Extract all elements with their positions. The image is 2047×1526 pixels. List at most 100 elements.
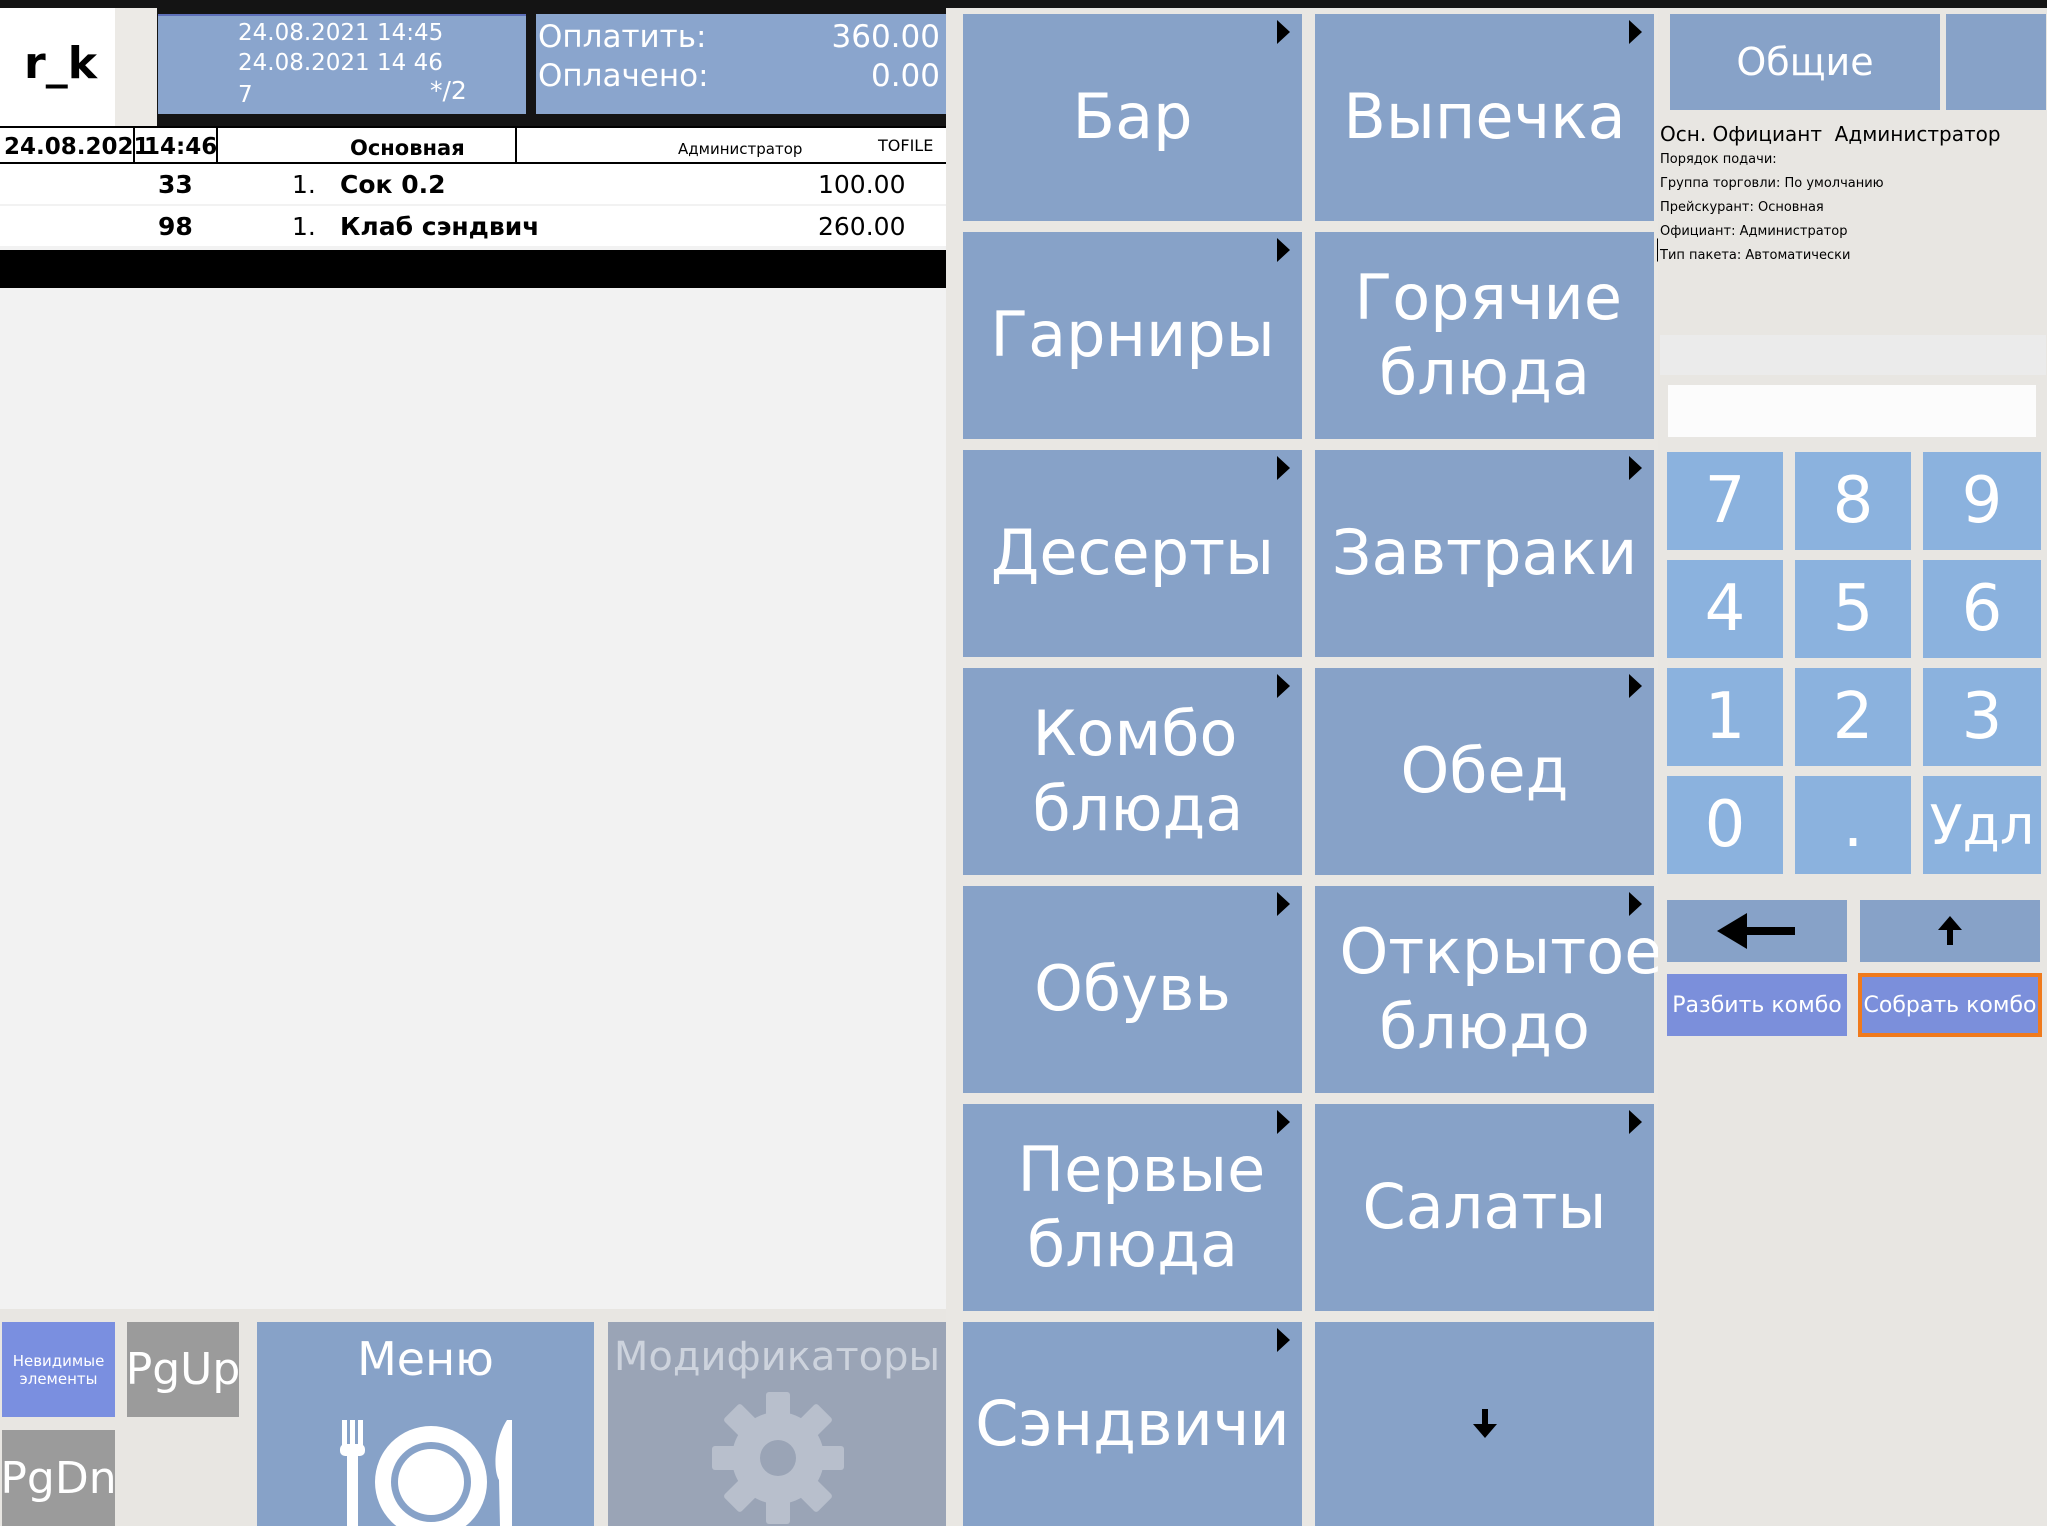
category-open-dish[interactable]: Открытое блюдо bbox=[1315, 886, 1663, 1093]
pgdn-button[interactable]: PgDn bbox=[0, 1430, 117, 1526]
item-qty: 1. bbox=[292, 212, 316, 241]
order-item-row[interactable]: 33 1. Сок 0.2 100.00 bbox=[0, 164, 946, 204]
modifiers-label: Модификаторы bbox=[613, 1334, 941, 1380]
key-9[interactable]: 9 bbox=[1923, 452, 2041, 550]
order-list[interactable]: 24.08.2021 14:46 Основная Администратор … bbox=[0, 126, 946, 1309]
menu-button[interactable]: Меню bbox=[257, 1322, 594, 1526]
key-7[interactable]: 7 bbox=[1667, 452, 1783, 550]
item-name: Клаб сэндвич bbox=[340, 212, 540, 241]
arrow-left-icon bbox=[1717, 913, 1795, 949]
pgdn-label: PgDn bbox=[0, 1452, 117, 1504]
category-shoes[interactable]: Обувь bbox=[963, 886, 1302, 1093]
order-printed-time: 24.08.2021 14 46 bbox=[238, 50, 443, 76]
submenu-arrow-icon bbox=[1277, 1110, 1290, 1134]
assemble-combo-label: Собрать комбо bbox=[1863, 992, 2037, 1018]
key-label: 8 bbox=[1832, 464, 1874, 538]
backspace-button[interactable] bbox=[1667, 900, 1847, 962]
header-divider bbox=[216, 128, 218, 162]
numeric-input[interactable] bbox=[1668, 385, 2036, 437]
submenu-arrow-icon bbox=[1277, 20, 1290, 44]
header-gap bbox=[115, 8, 157, 126]
selected-row-cursor[interactable] bbox=[0, 250, 946, 288]
submenu-arrow-icon bbox=[1277, 674, 1290, 698]
category-label: Салаты bbox=[1362, 1170, 1607, 1244]
arrow-down-icon bbox=[1472, 1409, 1497, 1438]
category-bakery[interactable]: Выпечка bbox=[1315, 14, 1654, 221]
paid-value: 0.00 bbox=[870, 58, 940, 94]
submenu-arrow-icon bbox=[1277, 456, 1290, 480]
guests-count: */2 bbox=[430, 76, 467, 105]
modifiers-button[interactable]: Модификаторы bbox=[608, 1322, 946, 1526]
item-code: 33 bbox=[158, 170, 193, 199]
key-5[interactable]: 5 bbox=[1795, 560, 1911, 658]
category-desserts[interactable]: Десерты bbox=[963, 450, 1302, 657]
submenu-arrow-icon bbox=[1629, 892, 1642, 916]
key-label: 2 bbox=[1832, 680, 1874, 754]
split-combo-label: Разбить комбо bbox=[1672, 992, 1842, 1018]
category-sides[interactable]: Гарниры bbox=[963, 232, 1302, 439]
order-date: 24.08.2021 bbox=[4, 134, 150, 160]
key-1[interactable]: 1 bbox=[1667, 668, 1783, 766]
category-bar[interactable]: Бар bbox=[963, 14, 1302, 221]
to-pay-value: 360.00 bbox=[831, 19, 940, 55]
payment-panel: Оплатить: 360.00 Оплачено: 0.00 bbox=[536, 14, 946, 114]
order-list-header: 24.08.2021 14:46 Основная Администратор … bbox=[0, 126, 946, 164]
menu-label: Меню bbox=[357, 1332, 494, 1386]
category-first-courses[interactable]: Первые блюда bbox=[963, 1104, 1302, 1311]
category-combo[interactable]: Комбо блюда bbox=[963, 668, 1302, 875]
key-label: 9 bbox=[1961, 464, 2003, 538]
item-code: 98 bbox=[158, 212, 193, 241]
key-label: 0 bbox=[1704, 788, 1746, 862]
info-line: Порядок подачи: bbox=[1660, 152, 1777, 167]
category-breakfasts[interactable]: Завтраки bbox=[1315, 450, 1654, 657]
key-3[interactable]: 3 bbox=[1923, 668, 2041, 766]
key-4[interactable]: 4 bbox=[1667, 560, 1783, 658]
key-dot[interactable]: . bbox=[1795, 776, 1911, 874]
submenu-arrow-icon bbox=[1629, 20, 1642, 44]
info-line: Группа торговли: По умолчанию bbox=[1660, 176, 1884, 191]
category-label: Бар bbox=[1072, 80, 1193, 154]
category-hot-dishes[interactable]: Горячие блюда bbox=[1315, 232, 1670, 439]
tab-general[interactable]: Общие bbox=[1670, 14, 1940, 110]
key-label: 5 bbox=[1832, 572, 1874, 646]
arrow-up-icon bbox=[1938, 916, 1962, 945]
category-salads[interactable]: Салаты bbox=[1315, 1104, 1654, 1311]
pgup-button[interactable]: PgUp bbox=[126, 1322, 240, 1417]
invisible-elements-button[interactable]: Невидимые элементы bbox=[2, 1322, 115, 1417]
header-divider bbox=[133, 128, 135, 162]
key-6[interactable]: 6 bbox=[1923, 560, 2041, 658]
invisible-elements-label: Невидимые элементы bbox=[12, 1351, 105, 1388]
key-label: 6 bbox=[1961, 572, 2003, 646]
info-strip bbox=[1660, 335, 2046, 375]
item-qty: 1. bbox=[292, 170, 316, 199]
split-combo-button[interactable]: Разбить комбо bbox=[1667, 974, 1847, 1036]
category-label: Открытое блюдо bbox=[1339, 915, 1663, 1063]
item-price: 100.00 bbox=[818, 170, 906, 199]
item-price: 260.00 bbox=[818, 212, 906, 241]
category-lunch[interactable]: Обед bbox=[1315, 668, 1654, 875]
order-info-panel[interactable]: 24.08.2021 14:45 24.08.2021 14 46 7 */2 bbox=[158, 14, 526, 114]
order-item-row[interactable]: 98 1. Клаб сэндвич 260.00 bbox=[0, 206, 946, 246]
gear-icon bbox=[712, 1392, 844, 1524]
order-course: Основная bbox=[350, 136, 465, 160]
tab-empty[interactable] bbox=[1946, 14, 2046, 110]
category-label: Завтраки bbox=[1331, 516, 1638, 590]
category-sandwiches[interactable]: Сэндвичи bbox=[963, 1322, 1302, 1526]
assemble-combo-button[interactable]: Собрать комбо bbox=[1858, 973, 2042, 1037]
paid-label: Оплачено: bbox=[538, 58, 709, 94]
key-delete[interactable]: Удл bbox=[1923, 776, 2041, 874]
info-line: Официант: Администратор bbox=[1660, 224, 1848, 239]
submenu-arrow-icon bbox=[1277, 1328, 1290, 1352]
category-label: Выпечка bbox=[1343, 80, 1626, 154]
scroll-up-button[interactable] bbox=[1860, 900, 2040, 962]
key-8[interactable]: 8 bbox=[1795, 452, 1911, 550]
key-2[interactable]: 2 bbox=[1795, 668, 1911, 766]
key-0[interactable]: 0 bbox=[1667, 776, 1783, 874]
tab-general-label: Общие bbox=[1736, 40, 1874, 84]
scroll-down-button[interactable] bbox=[1315, 1322, 1654, 1526]
key-label: . bbox=[1842, 788, 1864, 862]
item-name: Сок 0.2 bbox=[340, 170, 446, 199]
key-label: 3 bbox=[1961, 680, 2003, 754]
plate-cutlery-icon bbox=[340, 1420, 512, 1526]
category-label: Гарниры bbox=[990, 298, 1275, 372]
